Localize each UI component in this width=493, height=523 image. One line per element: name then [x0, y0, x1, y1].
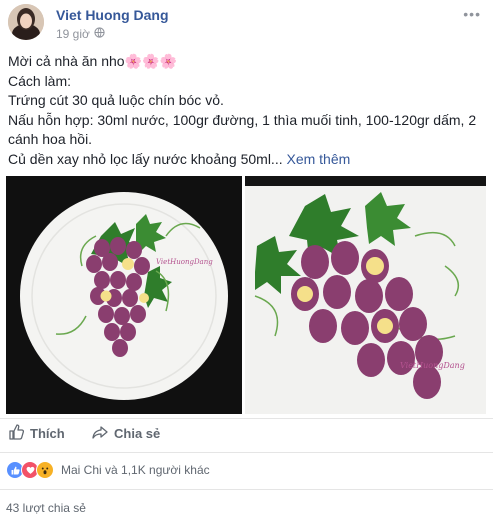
post-body: Mời cả nhà ăn nho🌸🌸🌸 Cách làm: Trứng cút… — [8, 52, 486, 169]
post-line-last: Củ dền xay nhỏ lọc lấy nước khoảng 50ml.… — [8, 150, 486, 170]
post-line: Trứng cút 30 quả luộc chín bóc vỏ. — [8, 92, 224, 108]
divider-bottom — [0, 489, 493, 490]
share-arrow-icon — [92, 424, 108, 443]
share-count[interactable]: 43 lượt chia sẻ — [6, 501, 86, 515]
like-label: Thích — [30, 426, 65, 441]
post-options-button[interactable]: ••• — [463, 6, 481, 22]
reactions-summary[interactable]: Mai Chi và 1,1K người khác — [6, 459, 210, 481]
photo-grapes-plate[interactable]: VietHuongDang — [6, 176, 242, 414]
post-line: Cách làm: — [8, 72, 72, 89]
post-timestamp[interactable]: 19 giờ — [56, 27, 105, 41]
photo-watermark: VietHuongDang — [400, 361, 465, 370]
share-button[interactable]: Chia sẻ — [92, 424, 160, 443]
post-time[interactable]: 19 giờ — [56, 27, 90, 41]
post-card: Viet Huong Dang 19 giờ ••• Mời cả nhà ăn… — [0, 0, 493, 523]
reactors-text[interactable]: Mai Chi và 1,1K người khác — [61, 463, 210, 477]
author-name[interactable]: Viet Huong Dang — [56, 7, 169, 23]
divider-middle — [0, 452, 493, 453]
photo-grapes-closeup[interactable]: VietHuongDang — [245, 176, 486, 414]
photo-watermark: VietHuongDang — [156, 258, 213, 266]
share-label: Chia sẻ — [114, 426, 161, 441]
thumbs-up-icon — [8, 424, 25, 443]
post-line: Nấu hỗn hợp: 30ml nước, 100gr đường, 1 t… — [8, 111, 477, 148]
globe-icon — [94, 27, 105, 41]
post-line-text: Củ dền xay nhỏ lọc lấy nước khoảng 50ml.… — [8, 150, 283, 167]
post-line: Mời cả nhà ăn nho🌸🌸🌸 — [8, 53, 177, 69]
post-actions-bar: Thích Chia sẻ — [0, 418, 493, 450]
photo-grid: VietHuongDang VietHuongDang — [0, 176, 493, 414]
see-more-link[interactable]: Xem thêm — [286, 151, 350, 167]
wow-reaction-icon — [36, 461, 54, 479]
like-button[interactable]: Thích — [8, 424, 65, 443]
author-avatar[interactable] — [8, 4, 44, 40]
